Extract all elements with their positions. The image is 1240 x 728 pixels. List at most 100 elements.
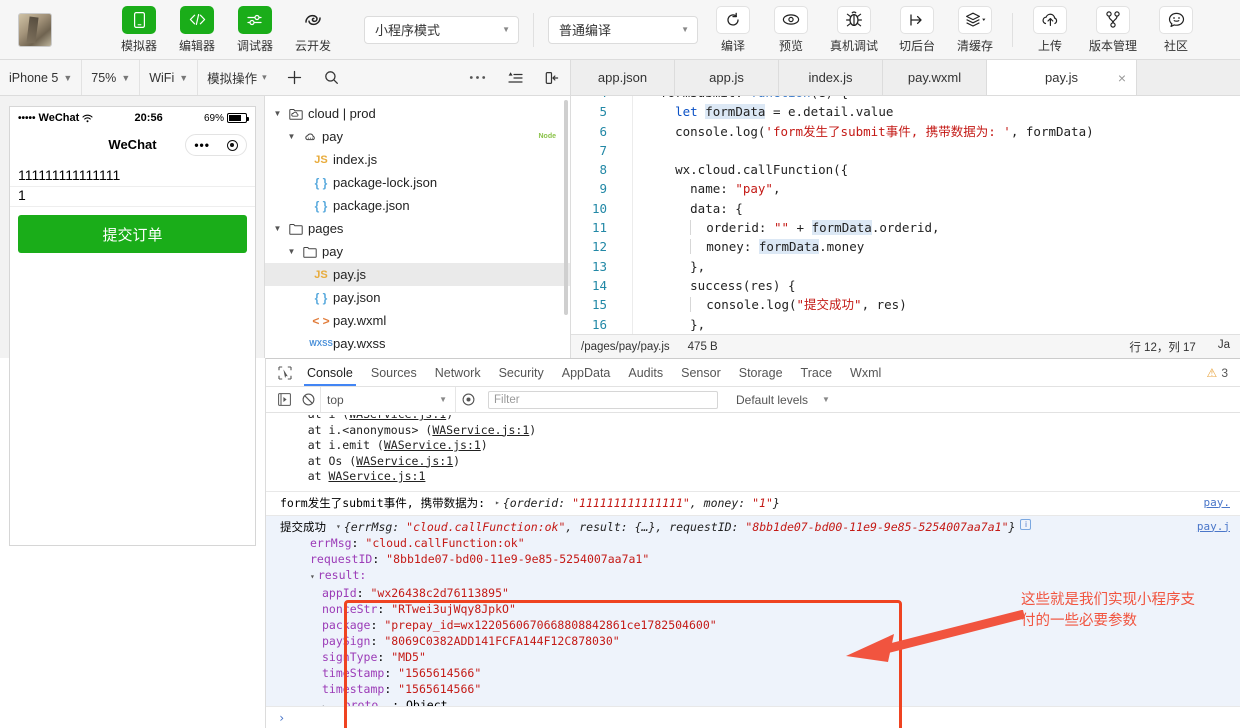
- mode-select[interactable]: 小程序模式 ▼: [364, 15, 519, 44]
- warning-badge[interactable]: ⚠ 3: [1207, 366, 1228, 380]
- context-select[interactable]: top ▼: [320, 387, 456, 412]
- toolbar-button-simulator[interactable]: 模拟器: [113, 5, 165, 54]
- device-select[interactable]: iPhone 5 ▼: [0, 60, 83, 95]
- toolbar-button-label: 预览: [778, 38, 803, 53]
- tab-app-js[interactable]: app.js: [675, 60, 779, 95]
- tree-node-index-js[interactable]: JS index.js: [265, 148, 570, 171]
- avatar[interactable]: [18, 12, 52, 47]
- tab-sensor[interactable]: Sensor: [672, 359, 730, 386]
- toolbar-button-label: 版本管理: [1088, 38, 1137, 53]
- twisty-icon[interactable]: ▼: [271, 109, 284, 118]
- tab-app-json[interactable]: app.json: [571, 60, 675, 95]
- tree-node-pay-js[interactable]: JS pay.js: [265, 263, 570, 286]
- console-output[interactable]: at i (WAService.js:1) at i.<anonymous> (…: [266, 415, 1240, 728]
- collapse-icon[interactable]: [534, 60, 570, 95]
- toolbar-button-preview[interactable]: 预览: [765, 5, 817, 54]
- stack-line: at i.<anonymous> (WAService.js:1): [280, 422, 537, 437]
- source-link[interactable]: WAService.js:1: [328, 469, 425, 483]
- folder-icon: [284, 223, 308, 235]
- add-button[interactable]: [276, 60, 313, 95]
- tab-security[interactable]: Security: [490, 359, 553, 386]
- orderid-field[interactable]: 111111111111111: [10, 165, 255, 187]
- tab-index-js[interactable]: index.js: [779, 60, 883, 95]
- source-link[interactable]: WAService.js:1: [384, 438, 481, 452]
- collapse-icon[interactable]: ▾: [310, 572, 315, 581]
- phone-page-body: 111111111111111 1 提交订单: [10, 159, 255, 253]
- tab-console[interactable]: Console: [298, 359, 362, 386]
- tree-node-package-json[interactable]: { } package.json: [265, 194, 570, 217]
- sim-action-select[interactable]: 模拟操作 ▾: [198, 60, 276, 95]
- tab-wxml[interactable]: Wxml: [841, 359, 890, 386]
- toolbar-button-compile[interactable]: 编译: [707, 5, 759, 54]
- toolbar-button-real-device-debug[interactable]: 真机调试: [823, 5, 885, 54]
- property-key: requestID: [310, 551, 373, 566]
- twisty-icon[interactable]: ▼: [285, 132, 298, 141]
- tab-pay-wxml[interactable]: pay.wxml: [883, 60, 987, 95]
- secondary-bar: iPhone 5 ▼ 75% ▼ WiFi ▼ 模拟操作 ▾ app.json …: [0, 60, 1240, 96]
- submit-order-button[interactable]: 提交订单: [18, 215, 247, 253]
- tree-node-pay-json[interactable]: { } pay.json: [265, 286, 570, 309]
- tab-network[interactable]: Network: [426, 359, 490, 386]
- tab-trace[interactable]: Trace: [792, 359, 842, 386]
- tab-audits[interactable]: Audits: [619, 359, 672, 386]
- toolbar-button-cloud-dev[interactable]: 云开发: [287, 6, 339, 54]
- close-icon[interactable]: ×: [1118, 70, 1126, 86]
- chevron-down-icon: ▼: [439, 395, 447, 404]
- source-link[interactable]: WAService.js:1: [349, 415, 446, 421]
- toolbar-button-background[interactable]: 切后台: [891, 5, 943, 54]
- more-icon[interactable]: [458, 60, 497, 95]
- result-node[interactable]: ▾ result:: [266, 567, 1240, 585]
- toolbar-button-upload[interactable]: 上传: [1024, 5, 1076, 54]
- search-icon[interactable]: [313, 60, 350, 95]
- target-icon[interactable]: [226, 139, 238, 151]
- twisty-icon[interactable]: ▼: [285, 247, 298, 256]
- toolbar-button-community[interactable]: 社区: [1150, 5, 1202, 54]
- phone-navbar: WeChat •••: [10, 129, 255, 159]
- toolbar-button-editor[interactable]: 编辑器: [171, 5, 223, 54]
- tree-node-pages-pay[interactable]: ▼ pay: [265, 240, 570, 263]
- tree-node-cloud-pay[interactable]: ▼ pay Node: [265, 125, 570, 148]
- property-value: "1565614566": [398, 665, 482, 680]
- tree-node-pay-wxml[interactable]: < > pay.wxml: [265, 309, 570, 332]
- property-value: "cloud.callFunction:ok": [365, 535, 525, 550]
- compile-select[interactable]: 普通编译 ▼: [548, 15, 698, 44]
- capsule-menu[interactable]: •••: [185, 134, 247, 156]
- tree-node-pages[interactable]: ▼ pages: [265, 217, 570, 240]
- console-source-link[interactable]: pay.j: [1197, 519, 1230, 535]
- tree-node-cloud-prod[interactable]: ▼ cloud | prod: [265, 102, 570, 125]
- tab-appdata[interactable]: AppData: [553, 359, 620, 386]
- info-icon[interactable]: i: [1020, 518, 1032, 530]
- tab-pay-js[interactable]: pay.js ×: [987, 60, 1137, 95]
- expand-icon[interactable]: ▸: [495, 495, 500, 511]
- source-link[interactable]: WAService.js:1: [432, 423, 529, 437]
- clear-icon[interactable]: [296, 393, 320, 406]
- tree-node-pay-wxss[interactable]: WXSS pay.wxss: [265, 332, 570, 355]
- list-icon[interactable]: [497, 60, 534, 95]
- tree-scrollbar[interactable]: [564, 100, 568, 315]
- console-prompt[interactable]: ›: [266, 706, 1240, 728]
- line-text: orderid: "" + formData.orderid,: [690, 220, 940, 236]
- more-icon[interactable]: •••: [194, 138, 210, 152]
- source-link[interactable]: WAService.js:1: [356, 454, 453, 468]
- property-key: timeStamp: [322, 665, 385, 680]
- inspect-icon[interactable]: [272, 365, 298, 380]
- execute-icon[interactable]: [272, 393, 296, 406]
- twisty-icon[interactable]: ▼: [271, 224, 284, 233]
- filter-input[interactable]: Filter: [488, 390, 718, 409]
- code-editor[interactable]: 4 formSubmit: function(e) { 5 let formDa…: [571, 96, 1240, 358]
- toolbar-button-version-control[interactable]: 版本管理: [1082, 5, 1144, 54]
- eye-icon[interactable]: [456, 393, 480, 406]
- editor-language: Ja: [1217, 338, 1230, 351]
- tab-storage[interactable]: Storage: [730, 359, 792, 386]
- network-select[interactable]: WiFi ▼: [140, 60, 199, 95]
- tree-node-package-lock-json[interactable]: { } package-lock.json: [265, 171, 570, 194]
- toolbar-button-debugger[interactable]: 调试器: [229, 5, 281, 54]
- tab-sources[interactable]: Sources: [362, 359, 426, 386]
- money-field[interactable]: 1: [10, 187, 255, 207]
- log-levels-select[interactable]: Default levels ▼: [736, 393, 830, 407]
- collapse-icon[interactable]: ▾: [336, 519, 341, 535]
- console-source-link[interactable]: pay.: [1204, 495, 1231, 511]
- console-message-prefix: form发生了submit事件, 携带数据为:: [280, 495, 486, 510]
- zoom-select[interactable]: 75% ▼: [82, 60, 141, 95]
- toolbar-button-clear-cache[interactable]: 清缓存: [949, 5, 1001, 54]
